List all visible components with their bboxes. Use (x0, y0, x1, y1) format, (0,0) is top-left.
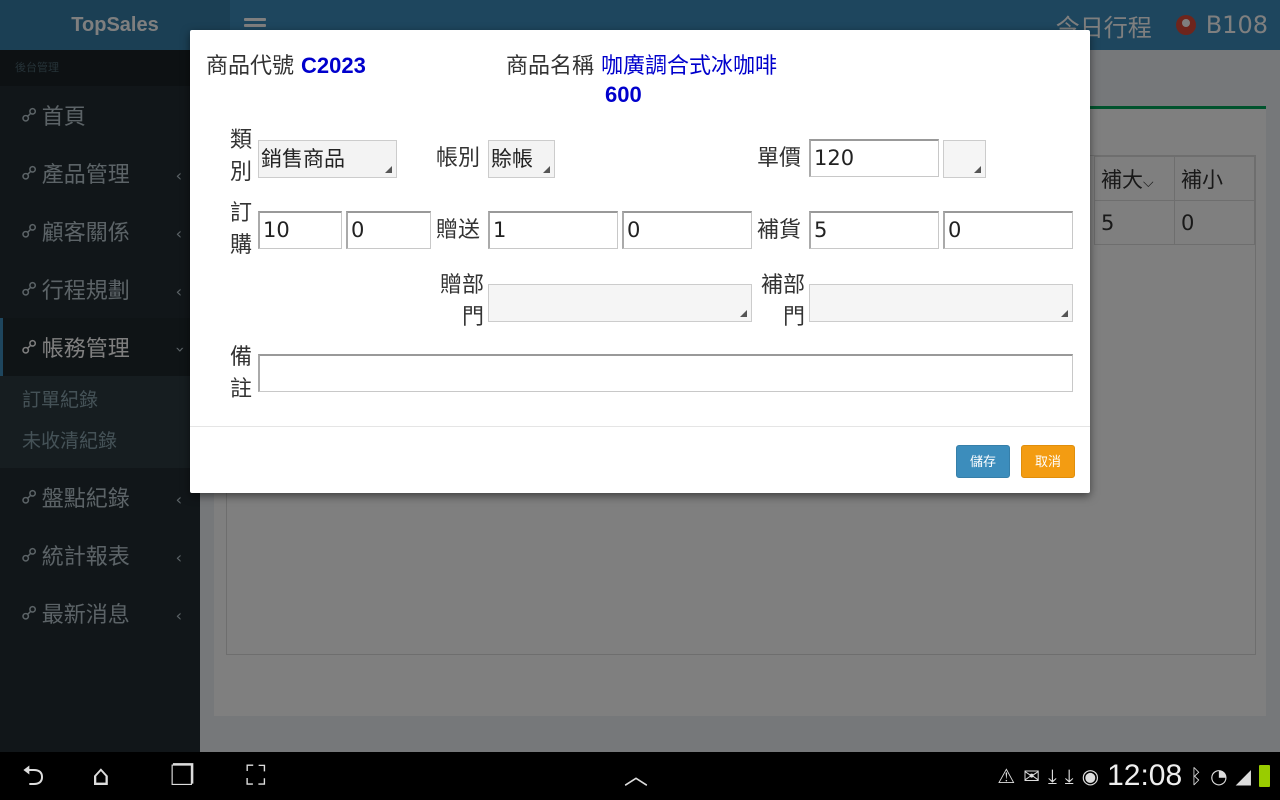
account-select[interactable]: 賒帳 (488, 140, 555, 178)
wifi-icon: ◔ (1210, 764, 1228, 788)
dropdown-icon (385, 166, 392, 173)
status-area[interactable]: ⚠ ✉ ⤓ ⤓ ◉ 12:08 ᛒ ◔ ◢ (997, 752, 1270, 800)
dropdown-icon (740, 310, 747, 317)
back-icon[interactable]: ⮌ (22, 760, 44, 792)
mail-icon: ✉ (1023, 764, 1040, 788)
gift-dept-label: 贈部門 (439, 273, 484, 330)
order-big-input[interactable]: 10 (258, 211, 342, 249)
dropdown-icon (543, 166, 550, 173)
screenshot-icon[interactable]: ⛶ (246, 760, 266, 792)
gift-big-input[interactable]: 1 (488, 211, 618, 249)
product-name: 商品名稱 咖廣調合式冰咖啡 (506, 48, 777, 80)
chevron-up-icon[interactable]: ︿ (624, 760, 648, 792)
restock-big-input[interactable]: 5 (809, 211, 939, 249)
clock: 12:08 (1107, 759, 1183, 792)
android-system-bar: ⮌ ⌂ ❐ ⛶ ︿ ⚠ ✉ ⤓ ⤓ ◉ 12:08 ᛒ ◔ ◢ (0, 752, 1280, 800)
product-name-value: 咖廣調合式冰咖啡 (601, 54, 778, 79)
edit-item-modal: 商品代號 C2023 商品名稱 咖廣調合式冰咖啡 600 類別 銷售商品 帳別 … (190, 30, 1090, 493)
download-icon: ⤓ (1047, 764, 1057, 788)
warning-icon: ⚠ (997, 764, 1016, 788)
category-select[interactable]: 銷售商品 (258, 140, 397, 178)
download-icon: ⤓ (1064, 764, 1074, 788)
gift-label: 贈送 (436, 218, 481, 243)
save-button[interactable]: 儲存 (956, 445, 1010, 478)
gift-dept-select[interactable] (488, 284, 752, 322)
battery-icon (1259, 765, 1270, 787)
dropdown-icon (1061, 310, 1068, 317)
remark-label: 備註 (230, 345, 253, 402)
chrome-icon: ◉ (1081, 764, 1100, 788)
bluetooth-icon: ᛒ (1190, 764, 1203, 788)
restock-label: 補貨 (757, 218, 802, 243)
signal-icon: ◢ (1235, 764, 1251, 788)
modal-footer: 儲存 取消 (190, 426, 1090, 493)
cancel-button[interactable]: 取消 (1021, 445, 1075, 478)
order-label: 訂購 (230, 201, 253, 258)
unit-price-label: 單價 (757, 146, 802, 171)
category-label: 類別 (230, 128, 253, 185)
unit-price-input[interactable]: 120 (809, 139, 939, 177)
remark-input[interactable] (258, 354, 1073, 392)
product-name-label: 商品名稱 (506, 54, 595, 79)
gift-small-input[interactable]: 0 (622, 211, 752, 249)
restock-dept-select[interactable] (809, 284, 1073, 322)
recent-apps-icon[interactable]: ❐ (170, 760, 195, 792)
dropdown-icon (974, 166, 981, 173)
product-code-label: 商品代號 (206, 54, 295, 79)
order-small-input[interactable]: 0 (346, 211, 431, 249)
account-label: 帳別 (436, 146, 481, 171)
restock-dept-label: 補部門 (760, 273, 805, 330)
restock-small-input[interactable]: 0 (943, 211, 1073, 249)
product-code-value: C2023 (301, 53, 366, 78)
product-code: 商品代號 C2023 (206, 48, 366, 80)
unit-price-unit-select[interactable] (943, 140, 986, 178)
line-total: 600 (605, 82, 642, 107)
home-icon[interactable]: ⌂ (92, 760, 110, 792)
